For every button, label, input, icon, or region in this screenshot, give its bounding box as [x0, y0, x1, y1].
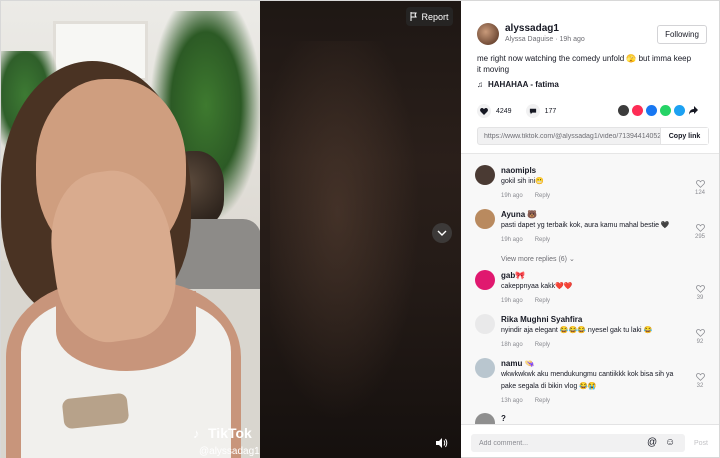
like-button[interactable]: [477, 104, 491, 118]
view-more-replies[interactable]: View more replies (6) ⌄: [501, 255, 575, 263]
reply-button[interactable]: Reply: [535, 398, 550, 404]
comment-list[interactable]: naomipls gokil sih ini😬 19h ago Reply 124…: [461, 154, 719, 424]
comment-like[interactable]: 39: [693, 285, 707, 301]
video-link[interactable]: https://www.tiktok.com/@alyssadag1/video…: [478, 133, 660, 140]
report-label: Report: [421, 11, 449, 22]
comment-like-count: 92: [696, 339, 704, 345]
commenter-name[interactable]: ?: [501, 413, 681, 424]
comment-time: 19h ago: [501, 298, 523, 304]
heart-outline-icon: [695, 285, 705, 293]
share-icons: [618, 105, 699, 116]
reply-button[interactable]: Reply: [535, 298, 550, 304]
post-button[interactable]: Post: [694, 440, 708, 447]
commenter-avatar[interactable]: [475, 165, 495, 185]
flag-icon: [410, 12, 418, 21]
comment-time: 13h ago: [501, 398, 523, 404]
watermark-username: @alyssadag1: [199, 446, 260, 457]
chevron-down-icon: [437, 230, 447, 236]
commenter-avatar[interactable]: [475, 209, 495, 229]
reply-button[interactable]: Reply: [535, 342, 550, 348]
commenter-avatar[interactable]: [475, 314, 495, 334]
blurred-video-background: [260, 1, 461, 458]
comment-count: 177: [544, 107, 557, 115]
comment-text: wkwkwkwk aku mendukungmu cantiikkk kok b…: [501, 371, 674, 390]
comment-like-count: 32: [696, 383, 704, 389]
heart-outline-icon: [695, 224, 705, 232]
music-link[interactable]: ♫ HAHAHAA - fatima: [477, 80, 559, 89]
tiktok-video-page: ♪ TikTok @alyssadag1 Report alyssadag1 A…: [0, 0, 720, 458]
music-note-icon: ♫: [477, 80, 483, 89]
video-stage[interactable]: ♪ TikTok @alyssadag1 Report: [1, 1, 461, 458]
comment-text: nyindir aja elegant 😂😂😂 nyesel gak tu la…: [501, 327, 653, 334]
heart-outline-icon: [695, 329, 705, 337]
commenter-name[interactable]: Rika Mughni Syahfira: [501, 314, 681, 325]
commenter-name[interactable]: Ayuna 🐻: [501, 209, 681, 220]
copy-link-button[interactable]: Copy link: [660, 128, 708, 144]
commenter-avatar[interactable]: [475, 270, 495, 290]
facebook-icon[interactable]: [646, 105, 657, 116]
comment-time: 18h ago: [501, 342, 523, 348]
commenter-avatar[interactable]: [475, 413, 495, 424]
commenter-avatar[interactable]: [475, 358, 495, 378]
comment-like[interactable]: 92: [693, 329, 707, 345]
copy-link-box: https://www.tiktok.com/@alyssadag1/video…: [477, 127, 709, 145]
emoji-icon[interactable]: ☺: [665, 437, 675, 448]
comment-text: cakeppnyaa kakk❤️❤️: [501, 283, 573, 290]
comment-time: 19h ago: [501, 237, 523, 243]
author-username[interactable]: alyssadag1: [505, 23, 585, 35]
send-icon[interactable]: [632, 105, 643, 116]
tiktok-watermark: TikTok: [208, 425, 252, 441]
chevron-down-icon: ⌄: [568, 256, 575, 263]
heart-outline-icon: [695, 373, 705, 381]
heart-icon: [480, 107, 488, 115]
comment-icon: [529, 108, 536, 114]
commenter-name[interactable]: naomipls: [501, 165, 681, 176]
comment-like-count: 39: [696, 295, 704, 301]
tiktok-logo-icon: ♪: [193, 426, 200, 441]
comment-like[interactable]: 32: [693, 373, 707, 389]
heart-outline-icon: [695, 180, 705, 188]
video-frame[interactable]: ♪ TikTok @alyssadag1: [1, 1, 260, 458]
comment-text: gokil sih ini😬: [501, 178, 544, 185]
whatsapp-icon[interactable]: [660, 105, 671, 116]
commenter-name[interactable]: namu 👒: [501, 358, 681, 369]
engagement-stats: 4249 177: [477, 104, 556, 118]
author-display-name: Alyssa Daguise: [505, 36, 554, 43]
report-button[interactable]: Report: [406, 7, 453, 26]
comment-like-count: 124: [694, 190, 705, 196]
comment-like[interactable]: 295: [693, 224, 707, 240]
comment-button[interactable]: [525, 104, 540, 118]
comment-text: pasti dapet yg terbaik kok, aura kamu ma…: [501, 222, 670, 229]
twitter-icon[interactable]: [674, 105, 685, 116]
volume-button[interactable]: [432, 434, 450, 452]
embed-icon[interactable]: [618, 105, 629, 116]
comment-like[interactable]: 124: [693, 180, 707, 196]
commenter-name[interactable]: gab🎀: [501, 270, 681, 281]
like-count: 4249: [496, 107, 512, 115]
next-video-button[interactable]: [432, 223, 452, 243]
author-avatar[interactable]: [477, 23, 499, 45]
reply-button[interactable]: Reply: [535, 237, 550, 243]
author-info[interactable]: alyssadag1 Alyssa Daguise · 19h ago: [477, 23, 585, 45]
speaker-icon: [435, 438, 447, 448]
share-arrow-icon[interactable]: [688, 105, 699, 116]
details-panel: alyssadag1 Alyssa Daguise · 19h ago Foll…: [461, 1, 719, 457]
comment-like-count: 295: [694, 234, 705, 240]
following-button[interactable]: Following: [657, 25, 707, 44]
mention-icon[interactable]: @: [647, 437, 657, 448]
music-title[interactable]: HAHAHAA - fatima: [488, 80, 559, 89]
post-caption: me right now watching the comedy unfold …: [477, 54, 692, 74]
comment-time: 19h ago: [501, 193, 523, 199]
post-time: 19h ago: [559, 36, 585, 43]
reply-button[interactable]: Reply: [535, 193, 550, 199]
comment-composer: @ ☺ Post: [461, 424, 719, 457]
